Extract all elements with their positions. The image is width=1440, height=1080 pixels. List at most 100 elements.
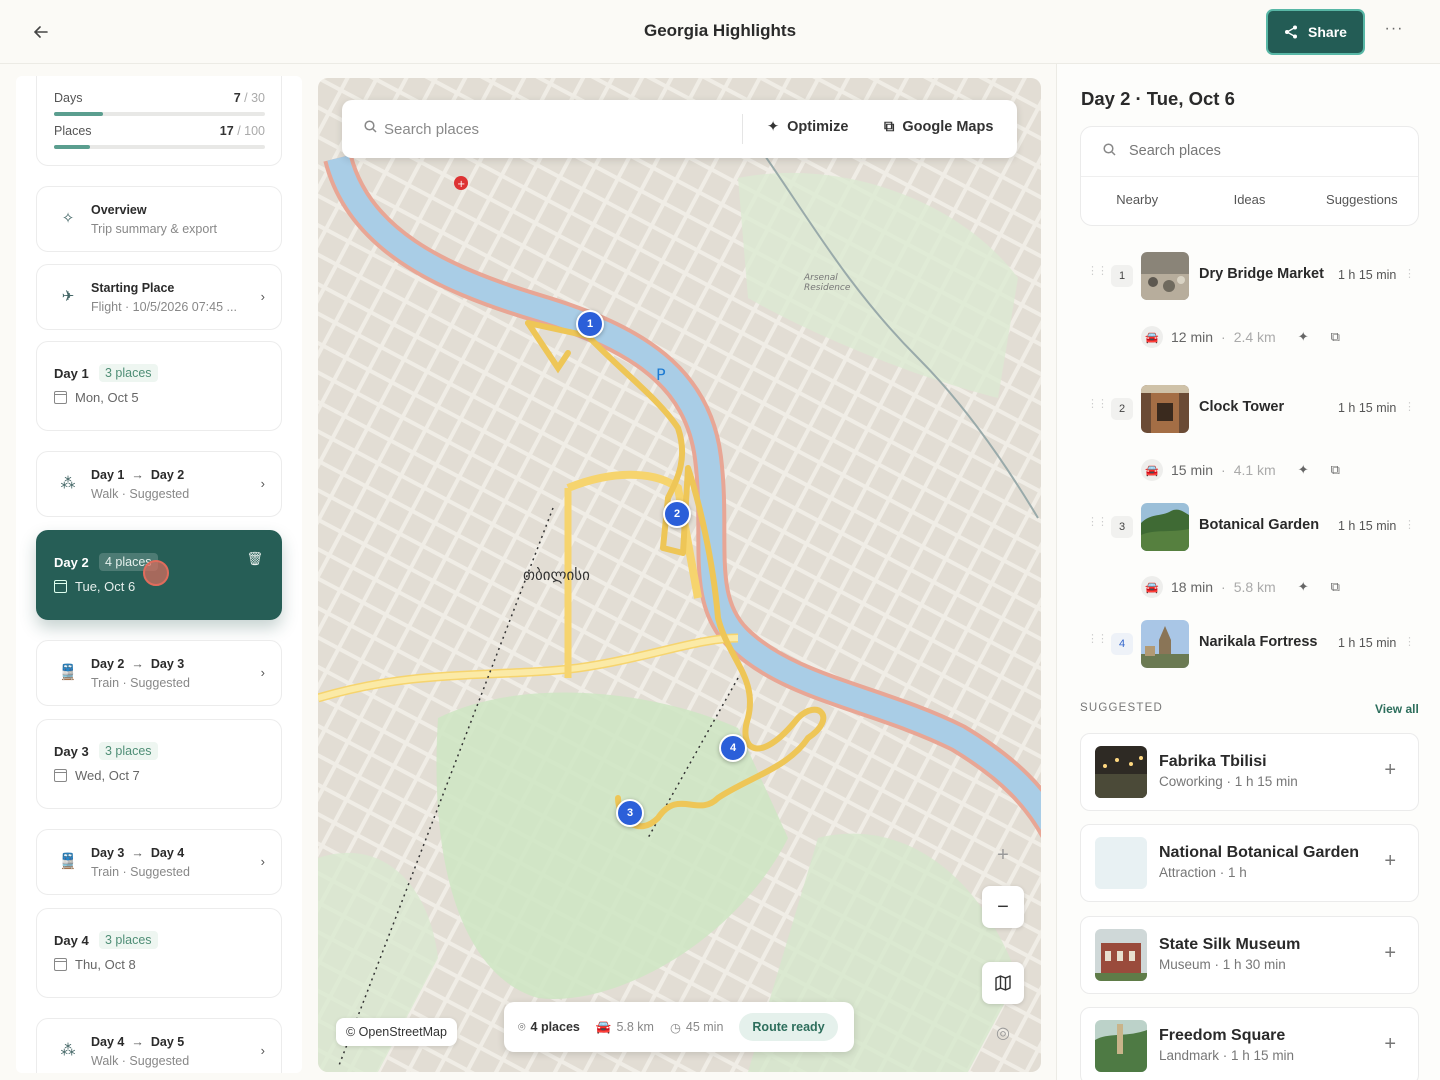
more-options-icon[interactable]: ⋮	[1404, 635, 1415, 648]
stop-duration: 1 h 15 min	[1338, 401, 1397, 415]
sparkle-icon: ✧	[61, 210, 75, 227]
stop-name: Narikala Fortress	[1199, 634, 1318, 650]
drag-handle-icon[interactable]: ⋮⋮	[1087, 634, 1108, 645]
suggestion-thumbnail	[1095, 929, 1147, 981]
footprints-icon: ⁂	[60, 475, 76, 492]
tab-nearby[interactable]: Nearby	[1081, 177, 1193, 226]
zoom-out-button[interactable]: −	[982, 886, 1024, 928]
more-options-icon[interactable]: ···	[1382, 20, 1406, 44]
car-icon: 🚘	[595, 1019, 612, 1034]
leg-time: 18 min	[1171, 579, 1214, 595]
calendar-icon	[54, 769, 67, 782]
more-options-icon[interactable]: ⋮	[1404, 267, 1415, 280]
more-options-icon[interactable]: ⋮	[1404, 400, 1415, 413]
day-title: Day 4	[54, 933, 89, 948]
suggestion-card[interactable]: State Silk Museum Museum · 1 h 30 min +	[1080, 916, 1419, 994]
map-search-input[interactable]	[384, 116, 714, 142]
sparkle-icon: ✦	[767, 119, 780, 135]
optimize-leg-icon[interactable]: ✦	[1298, 329, 1309, 345]
day-1-card[interactable]: Day 1 3 places Mon, Oct 5	[36, 341, 282, 431]
drag-handle-icon[interactable]: ⋮⋮	[1087, 266, 1108, 277]
stop-thumbnail	[1141, 385, 1189, 433]
add-icon[interactable]: +	[1384, 1033, 1396, 1056]
view-all-link[interactable]: View all	[1375, 702, 1419, 716]
zoom-in-button[interactable]: +	[982, 834, 1024, 876]
external-link-icon[interactable]: ⧉	[1331, 329, 1340, 345]
map-layers-icon[interactable]	[982, 962, 1024, 1004]
days-progress-bar	[54, 112, 265, 116]
stop-name: Dry Bridge Market	[1199, 266, 1324, 282]
city-label: თბილისი	[523, 566, 590, 584]
places-value: 17	[219, 124, 234, 138]
drag-handle-icon[interactable]: ⋮⋮	[1087, 517, 1108, 528]
day-title: Day 2	[54, 555, 89, 570]
stop-number: 3	[1111, 516, 1133, 538]
optimize-button[interactable]: ✦ Optimize	[767, 119, 848, 135]
more-options-icon[interactable]: ⋮	[1404, 518, 1415, 531]
tab-ideas[interactable]: Ideas	[1193, 177, 1305, 226]
stop-item[interactable]: ⋮⋮ 4 Narikala Fortress 1 h 15 min ⋮	[1081, 620, 1421, 670]
chevron-right-icon: ›	[260, 854, 265, 869]
add-icon[interactable]: +	[1384, 759, 1396, 782]
search-icon	[1103, 143, 1116, 159]
map-pin[interactable]: 3	[616, 799, 644, 827]
leg-distance: 5.8 km	[1233, 579, 1276, 595]
stop-item[interactable]: ⋮⋮ 3 Botanical Garden 1 h 15 min ⋮	[1081, 503, 1421, 553]
route-map[interactable]: თბილისი Arsenal Residence + P ✦ Optimize…	[318, 78, 1041, 1072]
day-title: Day 3	[54, 744, 89, 759]
stop-duration: 1 h 15 min	[1338, 636, 1397, 650]
map-attribution[interactable]: © OpenStreetMap	[336, 1018, 457, 1046]
external-link-icon[interactable]: ⧉	[1331, 579, 1340, 595]
transfer-day4-day5-card[interactable]: ⁂ Day 4 → Day 5 Walk · Suggested ›	[36, 1018, 282, 1073]
day-3-card[interactable]: Day 3 3 places Wed, Oct 7	[36, 719, 282, 809]
stop-name: Botanical Garden	[1199, 517, 1320, 533]
optimize-leg-icon[interactable]: ✦	[1298, 462, 1309, 478]
google-maps-button[interactable]: ⧉ Google Maps	[884, 119, 993, 135]
optimize-leg-icon[interactable]: ✦	[1298, 579, 1309, 595]
stop-item[interactable]: ⋮⋮ 2 Clock Tower 1 h 15 min ⋮	[1081, 385, 1421, 435]
divider	[742, 114, 743, 144]
day-4-card[interactable]: Day 4 3 places Thu, Oct 8	[36, 908, 282, 998]
svg-text:Residence: Residence	[804, 283, 851, 293]
map-pin[interactable]: 2	[663, 500, 691, 528]
drag-handle-icon[interactable]: ⋮⋮	[1087, 399, 1108, 410]
place-search-input[interactable]	[1129, 140, 1399, 162]
places-label: Places	[54, 124, 92, 138]
places-count-badge: 3 places	[99, 931, 158, 949]
map-search-bar: ✦ Optimize ⧉ Google Maps	[342, 100, 1017, 158]
google-maps-label: Google Maps	[902, 119, 994, 135]
day-date: Thu, Oct 8	[75, 957, 136, 972]
trash-icon[interactable]: 🗑	[246, 551, 263, 567]
add-icon[interactable]: +	[1384, 942, 1396, 965]
transfer-day2-day3-card[interactable]: 🚆 Day 2 → Day 3 Train · Suggested ›	[36, 640, 282, 706]
route-places: 4 places	[530, 1020, 580, 1034]
stop-thumbnail	[1141, 503, 1189, 551]
suggestion-card[interactable]: National Botanical Garden Attraction · 1…	[1080, 824, 1419, 902]
starting-place-card[interactable]: ✈ Starting Place Flight · 10/5/2026 07:4…	[36, 264, 282, 330]
transfer-day1-day2-card[interactable]: ⁂ Day 1 → Day 2 Walk · Suggested ›	[36, 451, 282, 517]
map-pin[interactable]: 4	[719, 734, 747, 762]
itinerary-sidebar: Days 7 / 30 Places 17 / 100 ✧ Overview T…	[16, 76, 302, 1073]
share-button[interactable]: Share	[1266, 9, 1365, 55]
suggestion-card[interactable]: Freedom Square Landmark · 1 h 15 min +	[1080, 1007, 1419, 1080]
external-link-icon[interactable]: ⧉	[1331, 462, 1340, 478]
share-label: Share	[1308, 24, 1347, 40]
chevron-right-icon: ›	[260, 665, 265, 680]
add-icon[interactable]: +	[1384, 850, 1396, 873]
travel-leg: 🚘 18 min · 5.8 km ✦ ⧉	[1141, 575, 1401, 599]
leg-distance: 2.4 km	[1233, 329, 1276, 345]
stop-duration: 1 h 15 min	[1338, 268, 1397, 282]
transfer-from: Day 1	[91, 468, 125, 482]
overview-card[interactable]: ✧ Overview Trip summary & export	[36, 186, 282, 252]
transfer-from: Day 2	[91, 657, 125, 671]
day-date: Tue, Oct 6	[75, 579, 136, 594]
suggestion-card[interactable]: Fabrika Tbilisi Coworking · 1 h 15 min +	[1080, 733, 1419, 811]
day-detail-panel: Day 2 · Tue, Oct 6 Nearby Ideas Suggesti…	[1056, 64, 1440, 1080]
stop-item[interactable]: ⋮⋮ 1 Dry Bridge Market 1 h 15 min ⋮	[1081, 252, 1421, 302]
transfer-subtitle: Train · Suggested	[91, 865, 190, 879]
map-pin[interactable]: 1	[576, 310, 604, 338]
transfer-day3-day4-card[interactable]: 🚆 Day 3 → Day 4 Train · Suggested ›	[36, 829, 282, 895]
compass-icon[interactable]: ◎	[982, 1012, 1024, 1054]
tab-suggestions[interactable]: Suggestions	[1306, 177, 1418, 226]
day-2-card[interactable]: Day 2 4 places Tue, Oct 6 🗑	[36, 530, 282, 620]
